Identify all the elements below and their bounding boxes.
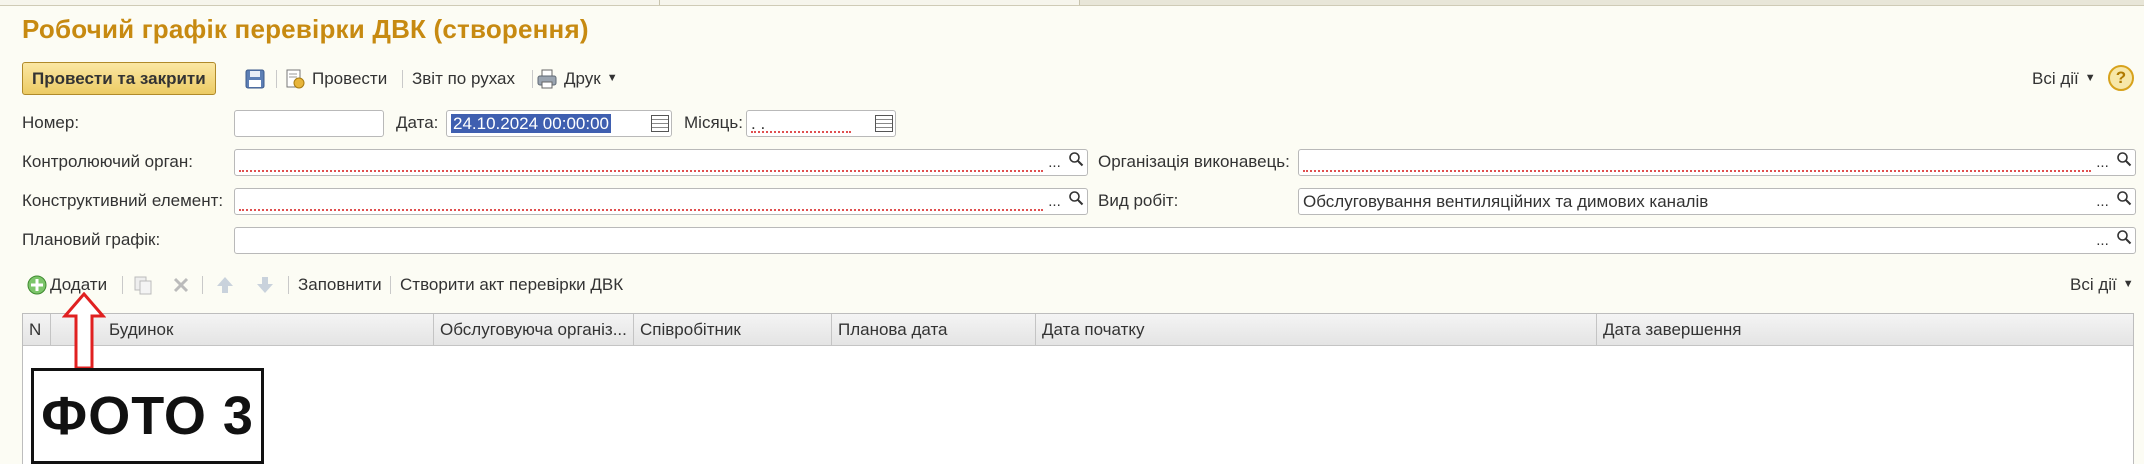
plus-circle-icon	[27, 275, 47, 294]
toolbar-separator	[402, 70, 403, 88]
table-header: N Будинок Обслуговуюча організ... Співро…	[23, 314, 2133, 346]
column-header-building[interactable]: Будинок	[51, 314, 434, 346]
copy-row-button[interactable]	[132, 268, 154, 301]
month-field[interactable]: . .	[746, 110, 896, 137]
arrow-down-icon	[257, 276, 273, 293]
select-button[interactable]: ...	[2092, 151, 2113, 174]
column-header-start-date[interactable]: Дата початку	[1036, 314, 1597, 346]
calendar-icon[interactable]	[651, 115, 669, 132]
magnifier-icon[interactable]	[1065, 190, 1086, 213]
work-type-field[interactable]: Обслуговування вентиляційних та димових …	[1298, 188, 2136, 215]
chevron-down-icon: ▼	[2084, 72, 2096, 84]
toolbar-separator	[276, 70, 277, 88]
constructive-element-label: Конструктивний елемент:	[22, 191, 224, 210]
toolbar-separator	[122, 276, 123, 294]
month-label: Місяць:	[684, 113, 743, 132]
all-actions-menu[interactable]: Всі дії ▼	[2032, 62, 2096, 95]
constructive-element-field[interactable]: ...	[234, 188, 1088, 215]
all-actions-label: Всі дії	[2032, 69, 2079, 88]
main-toolbar: Провести та закрити Провести Звіт по рух…	[20, 62, 2140, 96]
select-button[interactable]: ...	[2092, 190, 2113, 213]
chevron-down-icon: ▼	[606, 72, 618, 84]
number-label: Номер:	[22, 113, 80, 132]
select-button[interactable]: ...	[2092, 229, 2113, 252]
calendar-icon[interactable]	[875, 115, 893, 132]
copy-icon	[134, 276, 152, 294]
photo-annotation-label: ФОТО 3	[31, 368, 264, 464]
toolbar-separator	[288, 276, 289, 294]
magnifier-icon[interactable]	[2113, 229, 2134, 252]
post-document-icon	[286, 69, 305, 88]
date-label: Дата:	[396, 113, 439, 132]
print-button-label: Друк	[564, 69, 601, 88]
work-type-value: Обслуговування вентиляційних та димових …	[1303, 192, 1709, 211]
floppy-icon	[245, 69, 265, 88]
select-button[interactable]: ...	[1044, 151, 1065, 174]
delete-x-icon	[173, 277, 189, 292]
help-button[interactable]: ?	[2108, 65, 2134, 91]
column-header-service-org[interactable]: Обслуговуюча організ...	[434, 314, 634, 346]
table-all-actions-menu[interactable]: Всі дії ▼	[2070, 268, 2134, 301]
executor-org-field[interactable]: ...	[1298, 149, 2136, 176]
table-all-actions-label: Всі дії	[2070, 275, 2117, 294]
number-field[interactable]	[234, 110, 384, 137]
move-up-button[interactable]	[214, 268, 236, 301]
post-button-label: Провести	[312, 69, 388, 88]
work-type-label: Вид робіт:	[1098, 191, 1179, 210]
post-and-close-button[interactable]: Провести та закрити	[22, 62, 216, 95]
column-header-end-date[interactable]: Дата завершення	[1597, 314, 2133, 346]
annotation-arrow-icon	[62, 292, 106, 370]
delete-row-button[interactable]	[170, 268, 192, 301]
printer-icon	[537, 69, 557, 88]
planned-schedule-label: Плановий графік:	[22, 230, 161, 249]
column-header-n[interactable]: N	[23, 314, 51, 346]
magnifier-icon[interactable]	[2113, 151, 2134, 174]
movements-report-button[interactable]: Звіт по рухах	[412, 62, 515, 95]
move-down-button[interactable]	[254, 268, 276, 301]
executor-org-label: Організація виконавець:	[1098, 152, 1290, 171]
toolbar-separator	[202, 276, 203, 294]
print-menu-button[interactable]: Друк ▼	[536, 62, 618, 95]
fill-button[interactable]: Заповнити	[298, 268, 382, 301]
create-act-button[interactable]: Створити акт перевірки ДВК	[400, 268, 623, 301]
toolbar-separator	[390, 276, 391, 294]
date-value: 24.10.2024 00:00:00	[451, 114, 611, 133]
column-header-employee[interactable]: Співробітник	[634, 314, 832, 346]
control-body-label: Контролюючий орган:	[22, 152, 193, 171]
table-toolbar: Додати Заповнити Створити акт перевірки …	[22, 270, 2138, 300]
window-title: Робочий графік перевірки ДВК (створення)	[22, 14, 589, 44]
chevron-down-icon: ▼	[2122, 278, 2134, 290]
month-value: . .	[751, 114, 766, 133]
date-field[interactable]: 24.10.2024 00:00:00	[446, 110, 672, 137]
post-button[interactable]: Провести	[284, 62, 387, 95]
schedule-table[interactable]: N Будинок Обслуговуюча організ... Співро…	[22, 313, 2134, 464]
select-button[interactable]: ...	[1044, 190, 1065, 213]
magnifier-icon[interactable]	[2113, 190, 2134, 213]
planned-schedule-field[interactable]: ...	[234, 227, 2136, 254]
save-button[interactable]	[244, 62, 266, 95]
magnifier-icon[interactable]	[1065, 151, 1086, 174]
window-tab-strip	[0, 0, 2144, 6]
column-header-planned-date[interactable]: Планова дата	[832, 314, 1036, 346]
toolbar-separator	[532, 70, 533, 88]
control-body-field[interactable]: ...	[234, 149, 1088, 176]
arrow-up-icon	[217, 276, 233, 293]
